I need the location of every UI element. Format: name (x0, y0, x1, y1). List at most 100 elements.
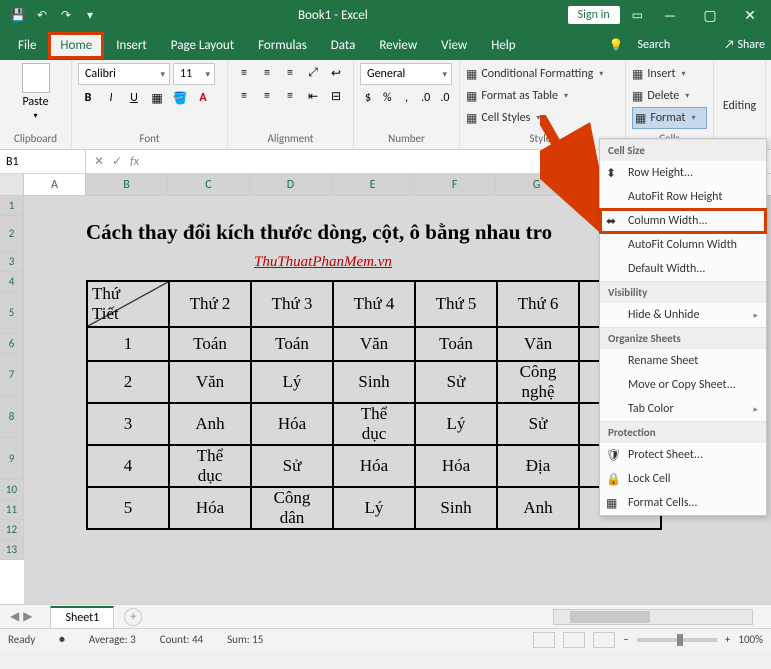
menu-autofit-column-width[interactable]: AutoFit Column Width (600, 233, 766, 257)
paste-button[interactable]: Paste (22, 95, 48, 109)
zoom-out-icon[interactable]: − (623, 633, 628, 646)
menu-autofit-row-height[interactable]: AutoFit Row Height (600, 185, 766, 209)
macro-record-icon[interactable]: ⏺ (59, 633, 65, 647)
col-header-G[interactable]: G (496, 174, 578, 195)
name-box[interactable]: B1 (0, 150, 86, 173)
tab-insert[interactable]: Insert (104, 32, 159, 59)
delete-cells-button[interactable]: ▦Delete▾ (632, 85, 707, 107)
align-left-icon[interactable]: ≡ (234, 86, 254, 106)
row-header[interactable]: 5 (0, 292, 24, 334)
tab-data[interactable]: Data (319, 32, 368, 59)
menu-default-width[interactable]: Default Width... (600, 257, 766, 281)
minimize-icon[interactable]: — (655, 7, 685, 24)
zoom-in-icon[interactable]: + (725, 633, 730, 646)
zoom-level[interactable]: 100% (738, 633, 763, 646)
menu-column-width[interactable]: ⬌Column Width... (600, 209, 766, 233)
menu-format-cells[interactable]: ▦Format Cells... (600, 491, 766, 515)
bold-button[interactable]: B (78, 88, 98, 108)
maximize-icon[interactable]: ▢ (695, 7, 725, 24)
italic-button[interactable]: I (101, 88, 121, 108)
wrap-text-icon[interactable]: ↩ (326, 63, 346, 83)
menu-protect-sheet[interactable]: 🛡Protect Sheet... (600, 443, 766, 467)
font-color-button[interactable]: A (193, 88, 213, 108)
row-headers[interactable]: 1 2 3 4 5 6 7 8 9 10 11 12 13 (0, 196, 24, 604)
fill-color-button[interactable]: 🪣 (170, 88, 190, 108)
save-icon[interactable]: 💾 (10, 7, 26, 23)
sign-in-button[interactable]: Sign in (568, 6, 620, 24)
col-header-A[interactable]: A (24, 174, 86, 195)
ribbon-display-icon[interactable]: ▭ (632, 8, 643, 23)
align-top-icon[interactable]: ≡ (234, 63, 254, 83)
row-header[interactable]: 4 (0, 272, 24, 292)
sheet-tab[interactable]: Sheet1 (50, 606, 114, 628)
align-center-icon[interactable]: ≡ (257, 86, 277, 106)
undo-icon[interactable]: ↶ (34, 7, 50, 23)
paste-icon[interactable] (22, 63, 50, 93)
align-middle-icon[interactable]: ≡ (257, 63, 277, 83)
percent-icon[interactable]: % (379, 88, 395, 108)
row-header[interactable]: 9 (0, 438, 24, 480)
merge-icon[interactable]: ⊟ (326, 86, 346, 106)
tab-view[interactable]: View (429, 32, 479, 59)
border-button[interactable]: ▦ (147, 88, 167, 108)
tab-page-layout[interactable]: Page Layout (159, 32, 246, 59)
decrease-decimal-icon[interactable]: .0 (437, 88, 453, 108)
menu-hide-unhide[interactable]: Hide & Unhide▸ (600, 303, 766, 327)
cell-styles-button[interactable]: ▦Cell Styles▾ (466, 107, 619, 129)
format-cells-button[interactable]: ▦Format▾ (632, 107, 707, 129)
col-header-B[interactable]: B (86, 174, 168, 195)
paste-dropdown-icon[interactable]: ▾ (33, 111, 37, 121)
number-format-combo[interactable]: General (360, 63, 452, 85)
format-as-table-button[interactable]: ▦Format as Table▾ (466, 85, 619, 107)
select-all-corner[interactable] (0, 174, 24, 195)
qat-dropdown-icon[interactable]: ▾ (82, 7, 98, 23)
tab-formulas[interactable]: Formulas (246, 32, 319, 59)
col-header-E[interactable]: E (332, 174, 414, 195)
row-header[interactable]: 11 (0, 500, 24, 520)
currency-icon[interactable]: $ (360, 88, 376, 108)
align-bottom-icon[interactable]: ≡ (280, 63, 300, 83)
row-header[interactable]: 8 (0, 396, 24, 438)
menu-row-height[interactable]: ⬍Row Height... (600, 161, 766, 185)
font-name-combo[interactable]: Calibri (78, 63, 170, 85)
redo-icon[interactable]: ↷ (58, 7, 74, 23)
normal-view-icon[interactable] (533, 632, 555, 648)
accept-formula-icon[interactable]: ✓ (112, 154, 122, 169)
align-right-icon[interactable]: ≡ (280, 86, 300, 106)
menu-rename-sheet[interactable]: Rename Sheet (600, 349, 766, 373)
col-header-D[interactable]: D (250, 174, 332, 195)
row-header[interactable]: 6 (0, 334, 24, 354)
comma-icon[interactable]: , (398, 88, 414, 108)
conditional-formatting-button[interactable]: ▦Conditional Formatting▾ (466, 63, 619, 85)
share-button[interactable]: ↗ Share (724, 38, 765, 52)
col-header-C[interactable]: C (168, 174, 250, 195)
menu-lock-cell[interactable]: 🔒Lock Cell (600, 467, 766, 491)
row-header[interactable]: 12 (0, 520, 24, 540)
insert-cells-button[interactable]: ▦Insert▾ (632, 63, 707, 85)
row-header[interactable]: 10 (0, 480, 24, 500)
row-header[interactable]: 1 (0, 196, 24, 216)
row-header[interactable]: 13 (0, 540, 24, 560)
page-break-view-icon[interactable] (593, 632, 615, 648)
page-layout-view-icon[interactable] (563, 632, 585, 648)
menu-move-copy-sheet[interactable]: Move or Copy Sheet... (600, 373, 766, 397)
row-header[interactable]: 3 (0, 252, 24, 272)
increase-decimal-icon[interactable]: .0 (418, 88, 434, 108)
search-label[interactable]: Search (638, 38, 671, 52)
cancel-formula-icon[interactable]: ✕ (94, 154, 104, 169)
fx-icon[interactable]: fx (130, 155, 139, 169)
row-header[interactable]: 7 (0, 354, 24, 396)
add-sheet-button[interactable]: + (124, 608, 142, 626)
font-size-combo[interactable]: 11 (173, 63, 215, 85)
tab-file[interactable]: File (6, 32, 48, 59)
prev-sheet-icon[interactable]: ◀ (10, 609, 19, 624)
indent-decrease-icon[interactable]: ⇤ (303, 86, 323, 106)
orientation-icon[interactable]: ⤢ (303, 63, 323, 83)
tab-review[interactable]: Review (367, 32, 429, 59)
search-icon[interactable]: 💡 (609, 38, 624, 53)
menu-tab-color[interactable]: Tab Color▸ (600, 397, 766, 421)
horizontal-scrollbar[interactable] (553, 609, 753, 625)
underline-button[interactable]: U (124, 88, 144, 108)
tab-home[interactable]: Home (48, 32, 104, 59)
tab-help[interactable]: Help (479, 32, 527, 59)
